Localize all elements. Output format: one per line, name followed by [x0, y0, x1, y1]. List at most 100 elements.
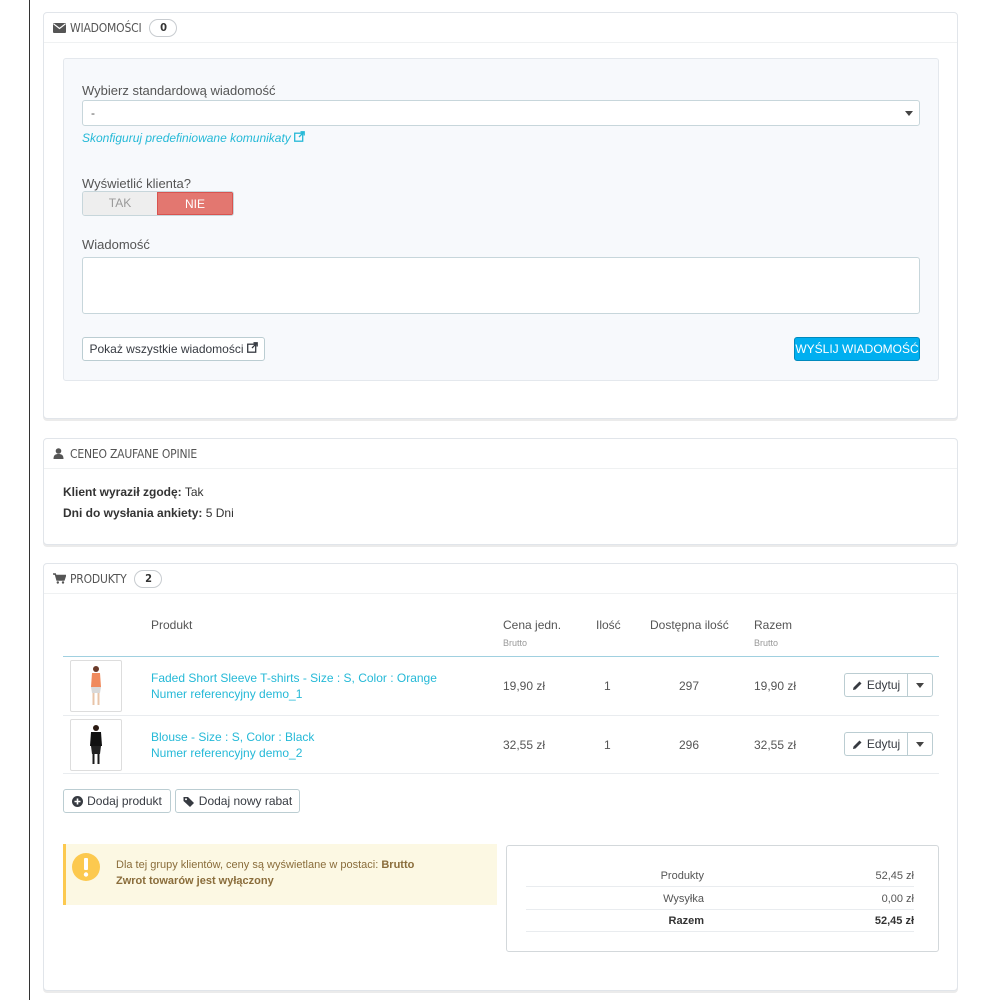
add-discount-label: Dodaj nowy rabat: [198, 794, 293, 808]
totals-value: 0,00 zł: [881, 893, 914, 905]
edit-dropdown-toggle[interactable]: [907, 673, 933, 697]
message-textarea[interactable]: [82, 257, 920, 314]
alert-price-type: Brutto: [381, 859, 415, 871]
message-label: Wiadomość: [82, 237, 150, 252]
product-quantity: 1: [604, 738, 611, 752]
show-all-messages-label: Pokaż wszystkie wiadomości: [89, 342, 244, 356]
warning-icon: [66, 844, 106, 905]
edit-product-button[interactable]: Edytuj: [844, 732, 907, 756]
col-header-unit-price-label: Cena jedn.: [503, 618, 562, 632]
row-divider: [63, 715, 939, 716]
product-image-blouse: [90, 725, 102, 764]
show-all-messages-button[interactable]: Pokaż wszystkie wiadomości: [82, 337, 265, 361]
chevron-down-icon: [905, 111, 913, 116]
consent-value: Tak: [184, 485, 204, 499]
show-customer-label: Wyświetlić klienta?: [82, 176, 191, 191]
messages-panel-heading: Wiadomości 0: [44, 13, 957, 43]
product-quantity: 1: [604, 679, 611, 693]
price-display-alert: Dla tej grupy klientów, ceny są wyświetl…: [63, 844, 497, 905]
ceneo-panel: Ceneo Zaufane Opinie Klient wyraził zgod…: [43, 438, 958, 545]
message-form: Wybierz standardową wiadomość - Skonfigu…: [63, 58, 939, 381]
consent-label: Klient wyraził zgodę:: [63, 485, 182, 499]
product-unit-price: 32,55 zł: [503, 738, 546, 752]
page-left-border: [29, 0, 30, 1000]
totals-value: 52,45 zł: [874, 915, 914, 927]
col-header-quantity: Ilość: [596, 618, 621, 632]
show-customer-toggle[interactable]: TAK NIE: [82, 191, 234, 216]
pencil-icon: [852, 680, 863, 691]
col-header-available: Dostępna ilość: [650, 618, 729, 632]
product-unit-price: 19,90 zł: [503, 679, 546, 693]
consent-info: Klient wyraził zgodę: Tak: [63, 485, 204, 499]
cart-icon: [53, 573, 67, 585]
tags-icon: [183, 796, 195, 807]
standard-message-select[interactable]: -: [82, 100, 920, 126]
totals-row-shipping: Wysyłka 0,00 zł: [526, 888, 914, 910]
alert-text: Dla tej grupy klientów, ceny są wyświetl…: [106, 844, 414, 905]
edit-label: Edytuj: [866, 678, 901, 692]
messages-count-badge: 0: [149, 18, 178, 37]
row-divider: [63, 773, 939, 774]
order-totals: Produkty 52,45 zł Wysyłka 0,00 zł Razem …: [506, 845, 939, 952]
totals-value: 52,45 zł: [875, 870, 914, 882]
products-panel: Produkty 2 Produkt Cena jedn. Brutto Ilo…: [43, 563, 958, 991]
edit-product-button[interactable]: Edytuj: [844, 673, 907, 697]
totals-row-products: Produkty 52,45 zł: [526, 865, 914, 887]
product-edit-group: Edytuj: [844, 673, 933, 697]
col-header-unit-price-sub: Brutto: [503, 638, 528, 648]
totals-label: Razem: [668, 915, 704, 927]
product-available-qty: 297: [679, 679, 700, 693]
product-name[interactable]: Faded Short Sleeve T-shirts - Size : S, …: [151, 670, 437, 686]
add-product-button[interactable]: Dodaj produkt: [63, 789, 171, 813]
plus-circle-icon: [72, 795, 84, 807]
configure-messages-link-text: Skonfiguruj predefiniowane komunikaty: [82, 131, 291, 145]
configure-messages-link[interactable]: Skonfiguruj predefiniowane komunikaty: [82, 131, 305, 145]
col-header-unit-price: Cena jedn. Brutto: [503, 618, 561, 648]
product-available-qty: 296: [679, 738, 700, 752]
edit-label: Edytuj: [866, 737, 901, 751]
product-total: 32,55 zł: [754, 738, 797, 752]
product-thumbnail: [70, 660, 122, 712]
external-link-icon: [246, 342, 258, 356]
totals-row-grand-total: Razem 52,45 zł: [526, 910, 914, 932]
products-panel-heading: Produkty 2: [44, 564, 957, 594]
standard-message-select-value: -: [91, 106, 95, 120]
col-header-total: Razem Brutto: [754, 618, 792, 648]
totals-label: Wysyłka: [663, 893, 704, 905]
toggle-no[interactable]: NIE: [157, 192, 233, 215]
send-message-button[interactable]: WYŚLIJ WIADOMOŚĆ: [794, 337, 920, 361]
survey-days-info: Dni do wysłania ankiety: 5 Dni: [63, 506, 234, 520]
standard-message-label: Wybierz standardową wiadomość: [82, 83, 276, 98]
add-product-label: Dodaj produkt: [87, 794, 162, 808]
product-name[interactable]: Blouse - Size : S, Color : Black: [151, 729, 314, 745]
col-header-total-sub: Brutto: [754, 638, 779, 648]
product-edit-group: Edytuj: [844, 732, 933, 756]
product-name-link[interactable]: Blouse - Size : S, Color : Black Numer r…: [151, 729, 314, 761]
product-reference[interactable]: Numer referencyjny demo_1: [151, 686, 437, 702]
ceneo-title: Ceneo Zaufane Opinie: [70, 446, 197, 461]
chevron-down-icon: [916, 682, 924, 688]
survey-days-label: Dni do wysłania ankiety:: [63, 506, 203, 520]
envelope-icon: [53, 22, 67, 34]
alert-message: Dla tej grupy klientów, ceny są wyświetl…: [116, 859, 379, 871]
products-title: Produkty: [70, 571, 127, 586]
products-count-badge: 2: [134, 569, 163, 588]
product-reference[interactable]: Numer referencyjny demo_2: [151, 745, 314, 761]
toggle-yes[interactable]: TAK: [83, 192, 157, 215]
chevron-down-icon: [916, 741, 924, 747]
product-image-tshirt: [91, 666, 101, 705]
col-header-total-label: Razem: [754, 618, 793, 632]
messages-title: Wiadomości: [70, 20, 142, 35]
pencil-icon: [852, 739, 863, 750]
messages-panel: Wiadomości 0 Wybierz standardową wiadomo…: [43, 12, 958, 419]
survey-days-value: 5 Dni: [205, 506, 234, 520]
col-header-product: Produkt: [151, 618, 193, 632]
product-thumbnail: [70, 719, 122, 771]
product-name-link[interactable]: Faded Short Sleeve T-shirts - Size : S, …: [151, 670, 437, 702]
user-icon: [53, 448, 67, 460]
add-discount-button[interactable]: Dodaj nowy rabat: [175, 789, 300, 813]
ceneo-panel-heading: Ceneo Zaufane Opinie: [44, 439, 957, 469]
edit-dropdown-toggle[interactable]: [907, 732, 933, 756]
external-link-icon: [293, 131, 305, 145]
totals-label: Produkty: [660, 870, 704, 882]
